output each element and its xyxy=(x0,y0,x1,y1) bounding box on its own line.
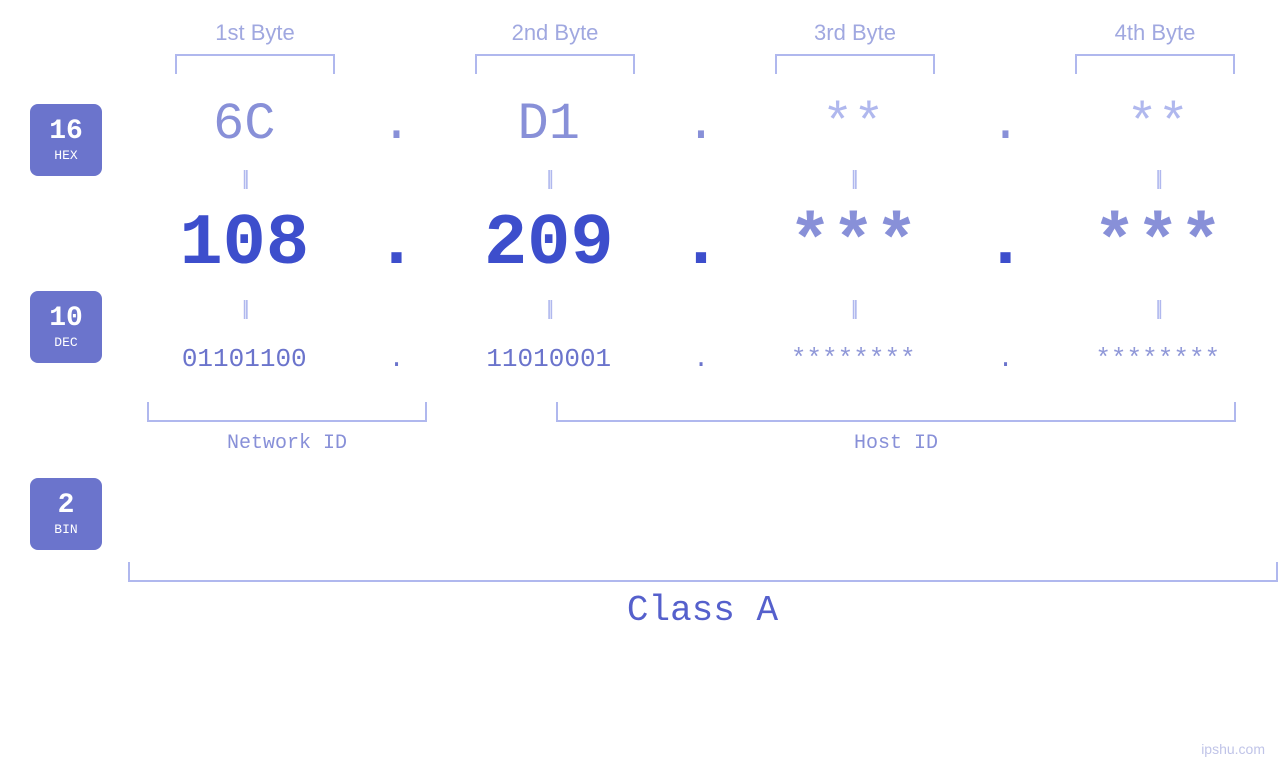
bin-byte4: ******** xyxy=(1031,344,1285,374)
eq1-b3: || xyxy=(726,168,981,191)
hex-dot2: . xyxy=(676,95,726,154)
bin-byte1: 01101100 xyxy=(117,344,372,374)
hex-dot3: . xyxy=(981,95,1031,154)
eq1-b4: || xyxy=(1031,168,1285,191)
bin-byte2: 11010001 xyxy=(422,344,677,374)
bin-dot1: . xyxy=(372,344,422,374)
dec-dot1: . xyxy=(372,203,422,285)
hex-byte2: D1 xyxy=(422,95,677,154)
watermark: ipshu.com xyxy=(1201,741,1265,757)
bracket-byte1 xyxy=(175,54,335,74)
class-bracket xyxy=(128,562,1278,582)
bin-dot2: . xyxy=(676,344,726,374)
hex-byte3: ** xyxy=(726,95,981,154)
class-label: Class A xyxy=(627,590,778,631)
byte4-header: 4th Byte xyxy=(1030,20,1280,46)
hex-badge: 16 HEX xyxy=(30,104,102,176)
main-container: 1st Byte 2nd Byte 3rd Byte 4th Byte 16 H… xyxy=(0,0,1285,767)
eq2-b4: || xyxy=(1031,298,1285,321)
eq2-b3: || xyxy=(726,298,981,321)
bracket-byte2 xyxy=(475,54,635,74)
eq2-b2: || xyxy=(422,298,677,321)
host-id-label: Host ID xyxy=(854,432,938,455)
dec-byte1: 108 xyxy=(117,203,372,285)
network-id-label: Network ID xyxy=(227,432,347,455)
dec-dot3: . xyxy=(981,203,1031,285)
byte1-header: 1st Byte xyxy=(130,20,380,46)
dec-badge: 10 DEC xyxy=(30,291,102,363)
bin-badge: 2 BIN xyxy=(30,478,102,550)
byte3-header: 3rd Byte xyxy=(730,20,980,46)
dec-dot2: . xyxy=(676,203,726,285)
eq2-b1: || xyxy=(117,298,372,321)
eq1-b1: || xyxy=(117,168,372,191)
dec-byte2: 209 xyxy=(422,203,677,285)
bracket-byte4 xyxy=(1075,54,1235,74)
host-bracket xyxy=(556,402,1236,422)
hex-dot1: . xyxy=(372,95,422,154)
eq1-b2: || xyxy=(422,168,677,191)
byte2-header: 2nd Byte xyxy=(430,20,680,46)
bracket-byte3 xyxy=(775,54,935,74)
dec-byte3: *** xyxy=(726,203,981,285)
bin-byte3: ******** xyxy=(726,344,981,374)
network-bracket xyxy=(147,402,427,422)
bin-dot3: . xyxy=(981,344,1031,374)
hex-byte4: ** xyxy=(1031,95,1285,154)
hex-byte1: 6C xyxy=(117,95,372,154)
dec-byte4: *** xyxy=(1031,203,1285,285)
